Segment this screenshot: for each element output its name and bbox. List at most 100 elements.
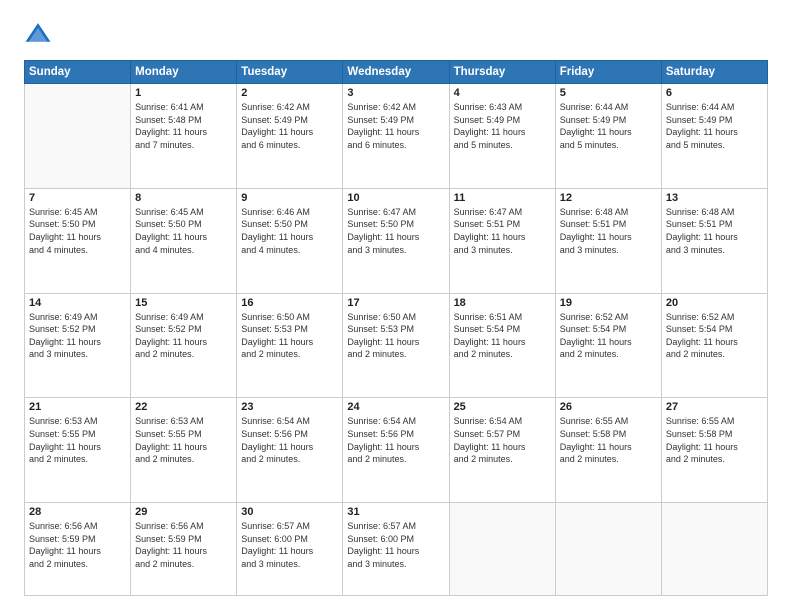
- calendar-cell: 7 Sunrise: 6:45 AM Sunset: 5:50 PM Daylig…: [25, 188, 131, 293]
- week-row-5: 28 Sunrise: 6:56 AM Sunset: 5:59 PM Dayli…: [25, 503, 768, 596]
- day-number: 3: [347, 87, 444, 99]
- calendar-cell: 23 Sunrise: 6:54 AM Sunset: 5:56 PM Dayli…: [237, 398, 343, 503]
- calendar-cell: 17Sunrise: 6:50 AM Sunset: 5:53 PM Dayli…: [343, 293, 449, 398]
- day-info: Sunrise: 6:48 AM Sunset: 5:51 PM Dayligh…: [560, 206, 657, 256]
- day-number: 5: [560, 87, 657, 99]
- calendar-cell: 12Sunrise: 6:48 AM Sunset: 5:51 PM Dayli…: [555, 188, 661, 293]
- day-number: 11: [454, 192, 551, 204]
- day-info: Sunrise: 6:55 AM Sunset: 5:58 PM Dayligh…: [666, 415, 763, 465]
- weekday-saturday: Saturday: [661, 61, 767, 84]
- day-info: Sunrise: 6:52 AM Sunset: 5:54 PM Dayligh…: [666, 311, 763, 361]
- day-info: Sunrise: 6:46 AM Sunset: 5:50 PM Dayligh…: [241, 206, 338, 256]
- day-info: Sunrise: 6:56 AM Sunset: 5:59 PM Dayligh…: [29, 520, 126, 570]
- day-info: Sunrise: 6:43 AM Sunset: 5:49 PM Dayligh…: [454, 101, 551, 151]
- day-number: 17: [347, 297, 444, 309]
- day-info: Sunrise: 6:47 AM Sunset: 5:51 PM Dayligh…: [454, 206, 551, 256]
- day-number: 14: [29, 297, 126, 309]
- calendar-cell: 16Sunrise: 6:50 AM Sunset: 5:53 PM Dayli…: [237, 293, 343, 398]
- weekday-header-row: SundayMondayTuesdayWednesdayThursdayFrid…: [25, 61, 768, 84]
- day-number: 21: [29, 401, 126, 413]
- day-number: 25: [454, 401, 551, 413]
- day-info: Sunrise: 6:55 AM Sunset: 5:58 PM Dayligh…: [560, 415, 657, 465]
- calendar-cell: 10Sunrise: 6:47 AM Sunset: 5:50 PM Dayli…: [343, 188, 449, 293]
- page: SundayMondayTuesdayWednesdayThursdayFrid…: [0, 0, 792, 612]
- day-info: Sunrise: 6:54 AM Sunset: 5:56 PM Dayligh…: [347, 415, 444, 465]
- day-number: 28: [29, 506, 126, 518]
- week-row-2: 7 Sunrise: 6:45 AM Sunset: 5:50 PM Daylig…: [25, 188, 768, 293]
- calendar-cell: 6Sunrise: 6:44 AM Sunset: 5:49 PM Daylig…: [661, 84, 767, 189]
- day-info: Sunrise: 6:41 AM Sunset: 5:48 PM Dayligh…: [135, 101, 232, 151]
- day-info: Sunrise: 6:57 AM Sunset: 6:00 PM Dayligh…: [241, 520, 338, 570]
- weekday-friday: Friday: [555, 61, 661, 84]
- calendar-cell: 15 Sunrise: 6:49 AM Sunset: 5:52 PM Dayli…: [131, 293, 237, 398]
- calendar-cell: 27 Sunrise: 6:55 AM Sunset: 5:58 PM Dayli…: [661, 398, 767, 503]
- calendar-cell: 21 Sunrise: 6:53 AM Sunset: 5:55 PM Dayli…: [25, 398, 131, 503]
- weekday-monday: Monday: [131, 61, 237, 84]
- day-number: 26: [560, 401, 657, 413]
- week-row-4: 21 Sunrise: 6:53 AM Sunset: 5:55 PM Dayli…: [25, 398, 768, 503]
- calendar-cell: 26 Sunrise: 6:55 AM Sunset: 5:58 PM Dayli…: [555, 398, 661, 503]
- day-number: 30: [241, 506, 338, 518]
- day-info: Sunrise: 6:48 AM Sunset: 5:51 PM Dayligh…: [666, 206, 763, 256]
- day-number: 1: [135, 87, 232, 99]
- calendar-cell: 14 Sunrise: 6:49 AM Sunset: 5:52 PM Dayli…: [25, 293, 131, 398]
- weekday-thursday: Thursday: [449, 61, 555, 84]
- logo-icon: [24, 20, 52, 48]
- day-info: Sunrise: 6:54 AM Sunset: 5:56 PM Dayligh…: [241, 415, 338, 465]
- day-info: Sunrise: 6:49 AM Sunset: 5:52 PM Dayligh…: [135, 311, 232, 361]
- calendar-cell: 30 Sunrise: 6:57 AM Sunset: 6:00 PM Dayli…: [237, 503, 343, 596]
- day-number: 16: [241, 297, 338, 309]
- day-info: Sunrise: 6:54 AM Sunset: 5:57 PM Dayligh…: [454, 415, 551, 465]
- day-info: Sunrise: 6:53 AM Sunset: 5:55 PM Dayligh…: [135, 415, 232, 465]
- day-info: Sunrise: 6:49 AM Sunset: 5:52 PM Dayligh…: [29, 311, 126, 361]
- day-info: Sunrise: 6:51 AM Sunset: 5:54 PM Dayligh…: [454, 311, 551, 361]
- calendar-cell: 18Sunrise: 6:51 AM Sunset: 5:54 PM Dayli…: [449, 293, 555, 398]
- day-number: 29: [135, 506, 232, 518]
- weekday-tuesday: Tuesday: [237, 61, 343, 84]
- day-number: 8: [135, 192, 232, 204]
- day-number: 4: [454, 87, 551, 99]
- calendar-cell: 11 Sunrise: 6:47 AM Sunset: 5:51 PM Dayli…: [449, 188, 555, 293]
- calendar-cell: 31Sunrise: 6:57 AM Sunset: 6:00 PM Dayli…: [343, 503, 449, 596]
- header: [24, 20, 768, 48]
- day-number: 23: [241, 401, 338, 413]
- day-info: Sunrise: 6:53 AM Sunset: 5:55 PM Dayligh…: [29, 415, 126, 465]
- calendar-cell: 1 Sunrise: 6:41 AM Sunset: 5:48 PM Daylig…: [131, 84, 237, 189]
- calendar-cell: 20 Sunrise: 6:52 AM Sunset: 5:54 PM Dayli…: [661, 293, 767, 398]
- logo: [24, 20, 56, 48]
- day-number: 7: [29, 192, 126, 204]
- calendar-cell: 4 Sunrise: 6:43 AM Sunset: 5:49 PM Daylig…: [449, 84, 555, 189]
- calendar-cell: 29 Sunrise: 6:56 AM Sunset: 5:59 PM Dayli…: [131, 503, 237, 596]
- calendar-cell: 19 Sunrise: 6:52 AM Sunset: 5:54 PM Dayli…: [555, 293, 661, 398]
- day-number: 24: [347, 401, 444, 413]
- day-number: 20: [666, 297, 763, 309]
- calendar-cell: 22 Sunrise: 6:53 AM Sunset: 5:55 PM Dayli…: [131, 398, 237, 503]
- calendar-cell: [661, 503, 767, 596]
- day-info: Sunrise: 6:56 AM Sunset: 5:59 PM Dayligh…: [135, 520, 232, 570]
- day-info: Sunrise: 6:47 AM Sunset: 5:50 PM Dayligh…: [347, 206, 444, 256]
- calendar-table: SundayMondayTuesdayWednesdayThursdayFrid…: [24, 60, 768, 596]
- day-number: 13: [666, 192, 763, 204]
- calendar-cell: 8 Sunrise: 6:45 AM Sunset: 5:50 PM Daylig…: [131, 188, 237, 293]
- calendar-cell: 25 Sunrise: 6:54 AM Sunset: 5:57 PM Dayli…: [449, 398, 555, 503]
- day-number: 6: [666, 87, 763, 99]
- day-info: Sunrise: 6:45 AM Sunset: 5:50 PM Dayligh…: [29, 206, 126, 256]
- day-info: Sunrise: 6:42 AM Sunset: 5:49 PM Dayligh…: [347, 101, 444, 151]
- calendar-cell: [25, 84, 131, 189]
- day-info: Sunrise: 6:45 AM Sunset: 5:50 PM Dayligh…: [135, 206, 232, 256]
- calendar-cell: [449, 503, 555, 596]
- week-row-1: 1 Sunrise: 6:41 AM Sunset: 5:48 PM Daylig…: [25, 84, 768, 189]
- day-number: 27: [666, 401, 763, 413]
- day-number: 31: [347, 506, 444, 518]
- calendar-cell: 28 Sunrise: 6:56 AM Sunset: 5:59 PM Dayli…: [25, 503, 131, 596]
- day-info: Sunrise: 6:44 AM Sunset: 5:49 PM Dayligh…: [560, 101, 657, 151]
- day-info: Sunrise: 6:52 AM Sunset: 5:54 PM Dayligh…: [560, 311, 657, 361]
- calendar-cell: 13 Sunrise: 6:48 AM Sunset: 5:51 PM Dayli…: [661, 188, 767, 293]
- day-number: 22: [135, 401, 232, 413]
- calendar-cell: 24 Sunrise: 6:54 AM Sunset: 5:56 PM Dayli…: [343, 398, 449, 503]
- day-number: 19: [560, 297, 657, 309]
- calendar-cell: 3 Sunrise: 6:42 AM Sunset: 5:49 PM Daylig…: [343, 84, 449, 189]
- day-number: 15: [135, 297, 232, 309]
- weekday-sunday: Sunday: [25, 61, 131, 84]
- calendar-cell: 9Sunrise: 6:46 AM Sunset: 5:50 PM Daylig…: [237, 188, 343, 293]
